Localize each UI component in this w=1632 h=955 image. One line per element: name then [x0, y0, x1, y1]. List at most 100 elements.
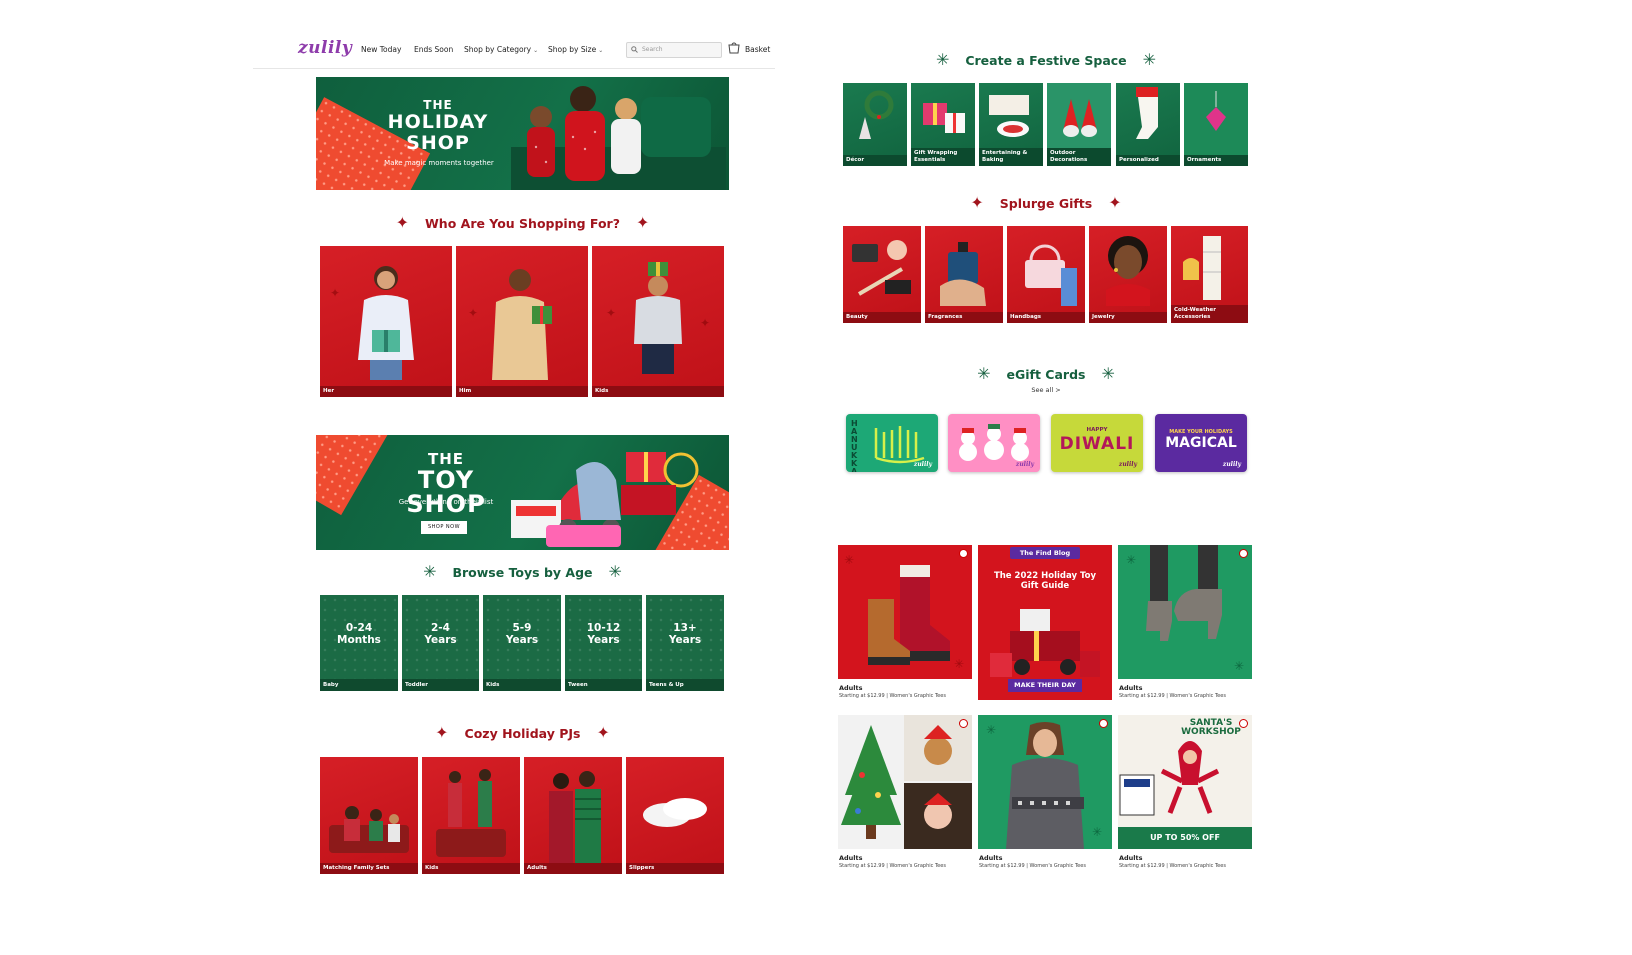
tile-jewelry[interactable]: Jewelry [1089, 226, 1167, 323]
chevron-down-icon: ⌄ [598, 47, 604, 54]
card-text-small: HAPPY [1086, 427, 1108, 433]
product-title: Adults [1119, 854, 1143, 862]
tile-label: Jewelry [1089, 312, 1167, 323]
product-booties[interactable]: ✳ ✳ [1118, 545, 1252, 679]
tile-label: Teens & Up [646, 679, 724, 691]
tile-entertaining[interactable]: Entertaining & Baking [979, 83, 1043, 166]
section-heading-cozy-pjs: ✦ Cozy Holiday PJs ✦ [316, 725, 729, 741]
blog-toy-gift-guide[interactable]: The Find Blog The 2022 Holiday Toy Gift … [978, 545, 1112, 700]
tile-him[interactable]: ✦ Him [456, 246, 588, 397]
tile-label: Her [320, 386, 452, 397]
basket-link[interactable]: Basket [745, 45, 770, 54]
age-tile-kids[interactable]: 5-9 Years Kids [483, 595, 561, 691]
product-subtitle: Starting at $12.99 | Women's Graphic Tee… [839, 693, 946, 699]
snowflake-icon: ✳ [423, 562, 437, 581]
product-title: Adults [839, 684, 863, 692]
brand-badge-icon [1239, 719, 1248, 728]
age-tile-teens[interactable]: 13+ Years Teens & Up [646, 595, 724, 691]
age-tile-baby[interactable]: 0-24 Months Baby [320, 595, 398, 691]
age-tile-tween[interactable]: 10-12 Years Tween [565, 595, 642, 691]
header-divider [253, 68, 775, 69]
product-subtitle: Starting at $12.99 | Women's Graphic Tee… [1119, 863, 1226, 869]
scarf-photo [1182, 236, 1221, 300]
blog-title: The 2022 Holiday Toy Gift Guide [993, 571, 1097, 592]
gift-card-snowmen[interactable]: zulily [948, 414, 1040, 472]
nav-shop-by-size[interactable]: Shop by Size ⌄ [548, 45, 603, 54]
sparkle-star-icon: ✳ [986, 723, 997, 737]
sparkle-star-icon: ✦ [395, 213, 410, 232]
brand-badge-icon [1099, 719, 1108, 728]
promo-discount: UP TO 50% OFF [1118, 827, 1252, 849]
see-all-link[interactable]: See all > [840, 386, 1252, 394]
product-felt-tree[interactable] [838, 715, 972, 849]
sparkle-star-icon: ✦ [970, 193, 984, 212]
tile-label: Décor [843, 155, 907, 166]
tile-label: Kids [592, 386, 724, 397]
product-subtitle: Starting at $12.99 | Women's Graphic Tee… [1119, 693, 1226, 699]
banner-subtitle: Get everything on their list [398, 498, 494, 506]
age-range: 0-24 Months [337, 622, 381, 646]
search-placeholder: Search [642, 46, 663, 53]
nav-new-today[interactable]: New Today [361, 45, 401, 54]
banner-title-the: THE [423, 98, 453, 112]
zulily-logo[interactable]: zulily [298, 38, 352, 58]
brand-badge-icon [959, 549, 968, 558]
tile-kids-pjs[interactable]: Kids [422, 757, 520, 874]
sparkle-star-icon: ✦ [1108, 193, 1122, 212]
make-their-day-button[interactable]: MAKE THEIR DAY [1008, 679, 1082, 692]
tile-label: Him [456, 386, 588, 397]
tile-outdoor-decorations[interactable]: Outdoor Decorations [1047, 83, 1111, 166]
toys-photo [511, 452, 699, 547]
tile-ornaments[interactable]: Ornaments [1184, 83, 1248, 166]
snowflake-icon: ✳ [977, 364, 991, 383]
tile-slippers[interactable]: Slippers [626, 757, 724, 874]
tile-adults-pjs[interactable]: Adults [524, 757, 622, 874]
holiday-shop-banner[interactable]: THE HOLIDAY SHOP Make magic moments toge… [316, 77, 729, 190]
tile-kids[interactable]: ✦ ✦ Kids [592, 246, 724, 397]
age-tile-toddler[interactable]: 2-4 Years Toddler [402, 595, 479, 691]
elf-photo [1119, 741, 1220, 816]
search-icon [631, 46, 638, 53]
gift-card-magical[interactable]: MAKE YOUR HOLIDAYS MAGICAL zulily [1155, 414, 1247, 472]
chevron-down-icon: ⌄ [533, 47, 539, 54]
product-santas-workshop[interactable]: SANTA'S WORKSHOP UP TO 50% OFF [1118, 715, 1252, 849]
tile-personalized[interactable]: Personalized [1116, 83, 1180, 166]
banner-title-shop: SHOP [406, 132, 470, 154]
gift-wrap-photo [923, 103, 965, 133]
tile-handbags[interactable]: Handbags [1007, 226, 1085, 323]
product-subtitle: Starting at $12.99 | Women's Graphic Tee… [839, 863, 946, 869]
card-text: MAGICAL [1165, 435, 1237, 451]
tile-fragrances[interactable]: Fragrances [925, 226, 1003, 323]
sparkle-star-icon: ✦ [606, 306, 617, 320]
family-photo [511, 86, 726, 190]
product-boots[interactable]: ✳ ✳ [838, 545, 972, 679]
age-range: 5-9 Years [505, 622, 539, 646]
search-input[interactable]: Search [626, 42, 722, 58]
tile-her[interactable]: ✦ Her [320, 246, 452, 397]
toy-shop-banner[interactable]: THE TOY SHOP Get everything on their lis… [316, 435, 729, 550]
tile-decor[interactable]: Décor [843, 83, 907, 166]
tile-label: Personalized [1116, 155, 1180, 166]
tile-gift-wrapping[interactable]: Gift Wrapping Essentials [911, 83, 975, 166]
tile-beauty[interactable]: Beauty [843, 226, 921, 323]
tile-matching-family-sets[interactable]: Matching Family Sets [320, 757, 418, 874]
handbag-photo [1025, 244, 1077, 306]
brand-badge-icon [1239, 549, 1248, 558]
tile-cold-weather[interactable]: Cold-Weather Accessories [1171, 226, 1248, 323]
nav-ends-soon[interactable]: Ends Soon [414, 45, 453, 54]
gift-card-hanukkah[interactable]: HANUKKAH zulily [846, 414, 938, 472]
nav-label: Ends Soon [414, 45, 454, 54]
gift-card-diwali[interactable]: HAPPY DIWALI zulily [1051, 414, 1143, 472]
stocking-photo [1136, 87, 1158, 139]
banner-title-the: THE [427, 450, 465, 468]
age-range: 10-12 Years [586, 622, 621, 646]
product-sweater[interactable]: ✳ ✳ [978, 715, 1112, 849]
tile-label: Outdoor Decorations [1047, 148, 1111, 166]
tile-label: Kids [422, 863, 520, 874]
nav-shop-by-category[interactable]: Shop by Category ⌄ [464, 45, 538, 54]
heading-text: Browse Toys by Age [452, 564, 593, 580]
heading-text: eGift Cards [1006, 366, 1086, 382]
shop-now-button[interactable]: SHOP NOW [421, 521, 467, 534]
basket-icon[interactable] [727, 41, 741, 55]
nav-label: New Today [361, 45, 402, 54]
